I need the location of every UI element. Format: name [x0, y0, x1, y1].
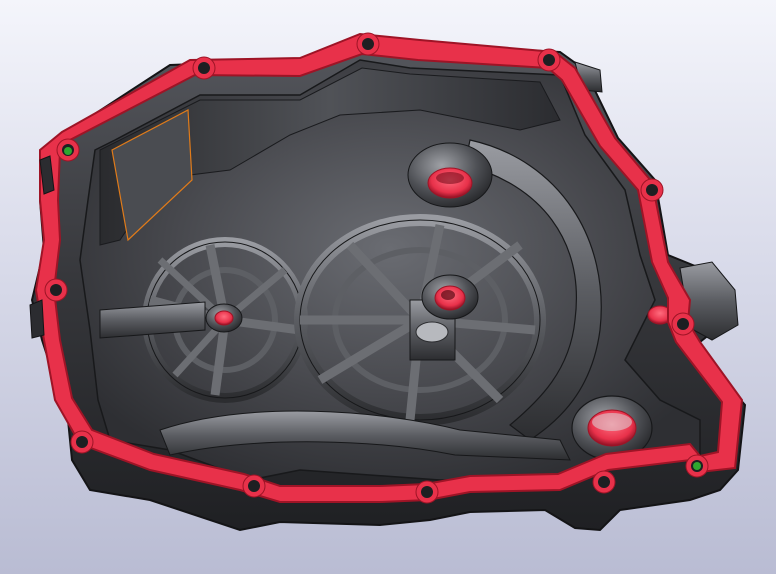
center-post-top: [415, 321, 449, 343]
left-bore-boss[interactable]: [205, 303, 243, 333]
hole-marker: [64, 147, 72, 155]
center-bore-boss[interactable]: [421, 274, 479, 320]
top-bore-boss[interactable]: [407, 142, 493, 208]
cad-viewport[interactable]: [0, 0, 776, 574]
cad-model[interactable]: [0, 0, 776, 574]
left-outer-lug[interactable]: [29, 299, 45, 339]
